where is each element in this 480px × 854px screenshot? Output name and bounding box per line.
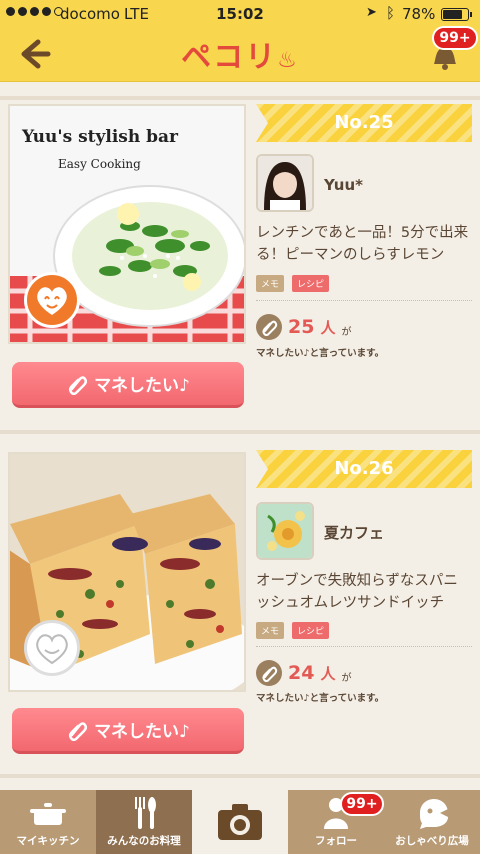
avatar[interactable] — [256, 154, 314, 212]
mane-shitai-button[interactable]: マネしたい♪ — [12, 708, 244, 754]
location-icon: ➤ — [366, 5, 377, 20]
clip-icon — [256, 314, 282, 340]
mane-shitai-label: マネしたい♪ — [94, 376, 190, 396]
rank-ribbon: No.26 — [256, 450, 472, 488]
notification-badge[interactable]: 99+ — [432, 26, 478, 50]
mane-count-number: 24 — [288, 662, 315, 684]
rank-label: No.26 — [334, 458, 394, 479]
battery-percent: 78% — [402, 5, 436, 23]
clip-icon — [66, 719, 88, 741]
tab-label: みんなのお料理 — [107, 835, 181, 847]
tab-label: おしゃべり広場 — [395, 835, 469, 847]
tab-everyone-cooking[interactable]: みんなのお料理 — [96, 790, 192, 854]
mane-count-caption: マネしたい♪と言っています。 — [256, 693, 385, 704]
mane-count-caption: マネしたい♪と言っています。 — [256, 348, 385, 359]
rank-label: No.25 — [334, 112, 394, 133]
divider — [0, 774, 480, 778]
divider — [0, 430, 480, 434]
mane-count-number: 25 — [288, 316, 315, 338]
battery-icon — [441, 8, 472, 21]
chicken-icon: ♨ — [277, 48, 299, 73]
recipe-tag: レシピ — [292, 622, 330, 639]
recipe-description[interactable]: レンチンであと一品！5分で出来る！ピーマンのしらすレモン — [256, 222, 472, 266]
mane-shitai-button[interactable]: マネしたい♪ — [12, 362, 244, 408]
chat-icon — [420, 799, 448, 829]
tab-label: フォロー — [315, 835, 357, 847]
mane-count: 24 人 が — [256, 660, 351, 686]
mane-count-unit: 人 — [320, 664, 336, 683]
photo-subtitle: Easy Cooking — [58, 157, 141, 171]
tab-follow[interactable]: フォロー 99+ — [288, 790, 384, 854]
heart-liked-icon[interactable] — [24, 272, 80, 328]
mane-count-unit: 人 — [320, 318, 336, 337]
follow-badge: 99+ — [340, 792, 384, 816]
pot-icon — [30, 803, 66, 825]
mane-count-suffix: が — [341, 327, 352, 338]
divider — [256, 300, 472, 301]
divider — [256, 646, 472, 647]
divider — [0, 96, 480, 100]
mane-count-suffix: が — [341, 673, 352, 684]
camera-icon — [218, 804, 262, 840]
tab-my-kitchen[interactable]: マイキッチン — [0, 790, 96, 854]
photo-title: Yuu's stylish bar — [21, 127, 179, 147]
tab-camera[interactable] — [192, 790, 288, 854]
app-logo: ペコリ♨ — [0, 32, 480, 76]
bluetooth-icon: ᛒ — [386, 4, 396, 22]
header: docomo LTE 15:02 ➤ ᛒ 78% ペコリ♨ 99+ — [0, 0, 480, 82]
recipe-description[interactable]: オーブンで失敗知らずなスパニッシュオムレツサンドイッチ — [256, 570, 472, 614]
mane-count: 25 人 が — [256, 314, 351, 340]
memo-tag: メモ — [256, 275, 285, 292]
clip-icon — [66, 373, 88, 395]
clip-icon — [256, 660, 282, 686]
tab-bar: マイキッチン みんなのお料理 フォロー 99+ おしゃべり広場 — [0, 790, 480, 854]
app-logo-text: ペコリ — [181, 40, 278, 75]
rank-ribbon: No.25 — [256, 104, 472, 142]
recipe-photo[interactable] — [8, 452, 246, 692]
recipe-photo[interactable]: Yuu's stylish bar Easy Cooking — [8, 104, 246, 344]
memo-tag: メモ — [256, 622, 285, 639]
tab-label: マイキッチン — [16, 835, 80, 847]
username[interactable]: Yuu* — [324, 176, 363, 194]
mane-shitai-label: マネしたい♪ — [94, 722, 190, 742]
avatar[interactable] — [256, 502, 314, 560]
cutlery-icon — [135, 797, 156, 829]
recipe-tag: レシピ — [292, 275, 330, 292]
tab-chat-plaza[interactable]: おしゃべり広場 — [384, 790, 480, 854]
tag-list: メモ レシピ — [256, 275, 330, 292]
heart-unliked-icon[interactable] — [24, 620, 80, 676]
username[interactable]: 夏カフェ — [324, 522, 384, 543]
tag-list: メモ レシピ — [256, 622, 330, 639]
status-bar: docomo LTE 15:02 ➤ ᛒ 78% — [0, 0, 480, 28]
